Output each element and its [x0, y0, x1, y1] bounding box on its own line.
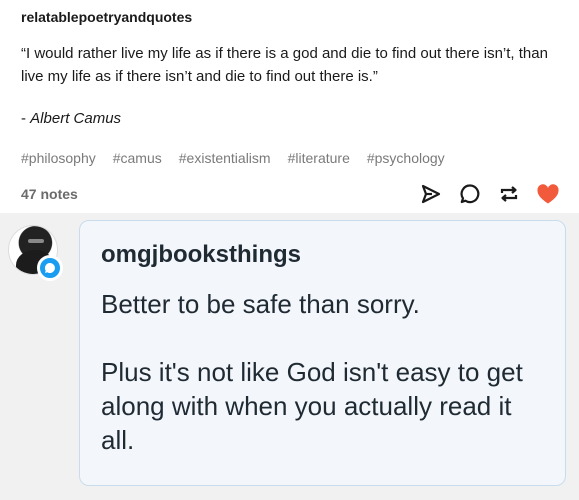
- post-actions: [418, 182, 561, 206]
- reply-bubble: omgjbooksthings Better to be safe than s…: [79, 220, 566, 486]
- post-tags: #philosophy #camus #existentialism #lite…: [21, 150, 462, 166]
- tag-link[interactable]: #literature: [288, 150, 350, 166]
- reply-text: Better to be safe than sorry. Plus it's …: [101, 289, 523, 455]
- avatar-glasses: [28, 239, 44, 243]
- reblog-icon: [500, 186, 518, 202]
- share-icon: [421, 184, 441, 204]
- tag-link[interactable]: #philosophy: [21, 150, 96, 166]
- reply-section: omgjbooksthings Better to be safe than s…: [0, 213, 579, 500]
- attribution-author: Albert Camus: [30, 110, 122, 127]
- post-attribution: - Albert Camus: [21, 110, 121, 127]
- like-button[interactable]: [535, 182, 561, 206]
- reply-username[interactable]: omgjbooksthings: [101, 241, 301, 269]
- post-quote: “I would rather live my life as if there…: [21, 45, 548, 85]
- notes-count[interactable]: 47 notes: [21, 186, 78, 202]
- post-username[interactable]: relatablepoetryandquotes: [21, 9, 192, 25]
- reply-badge: [37, 255, 63, 281]
- reblog-button[interactable]: [496, 182, 522, 206]
- tag-link[interactable]: #existentialism: [179, 150, 271, 166]
- share-button[interactable]: [418, 182, 444, 206]
- reply-button[interactable]: [457, 182, 483, 206]
- attribution-prefix: -: [21, 110, 31, 127]
- chat-bubble-icon: [44, 262, 55, 273]
- post-card: relatablepoetryandquotes “I would rather…: [0, 0, 579, 213]
- heart-icon: [537, 184, 559, 204]
- tag-link[interactable]: #camus: [113, 150, 162, 166]
- tag-link[interactable]: #psychology: [367, 150, 445, 166]
- reply-icon: [460, 184, 480, 204]
